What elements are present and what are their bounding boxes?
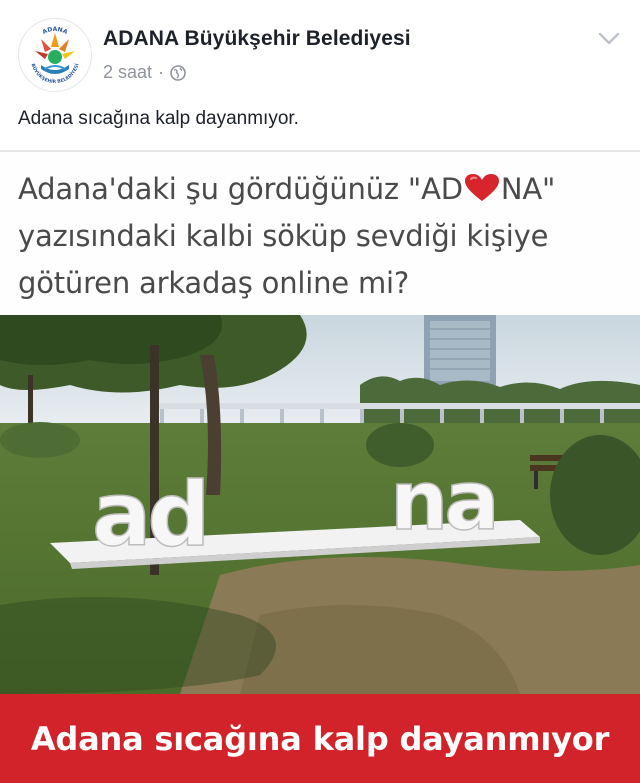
image-banner: Adana sıcağına kalp dayanmıyor <box>0 694 640 783</box>
image-headline: Adana'daki şu gördüğünüz "AD NA" yazısınd… <box>0 150 640 317</box>
page-name-link[interactable]: ADANA Büyükşehir Belediyesi <box>103 27 411 51</box>
adana-logo: ADANA BÜYÜKŞEHİR BELEDİYESİ <box>21 21 89 89</box>
headline-line-1-before: Adana'daki şu gördüğünüz "AD <box>18 172 463 206</box>
post-time[interactable]: 2 saat <box>103 62 152 83</box>
post-caption: Adana sıcağına kalp dayanmıyor. <box>18 108 299 129</box>
post-header: ADANA BÜYÜKŞEHİR BELEDİYESİ ADANA Büyükş… <box>0 0 640 150</box>
globe-icon <box>170 64 186 81</box>
headline-line-1: Adana'daki şu gördüğünüz "AD NA" <box>18 172 555 206</box>
headline-line-2: yazısındaki kalbi söküp sevdiği kişiye <box>18 219 549 253</box>
sign-letters-left: ad <box>92 463 206 566</box>
chevron-down-icon[interactable] <box>596 28 622 48</box>
headline-line-1-after: NA" <box>500 172 556 206</box>
post-meta: 2 saat · <box>103 62 186 83</box>
park-photo: ad na <box>0 315 640 694</box>
banner-text: Adana sıcağına kalp dayanmıyor <box>30 719 610 758</box>
headline-line-3: götüren arkadaş online mi? <box>18 266 410 300</box>
sign-letters-right: na <box>390 454 496 549</box>
heart-icon <box>464 173 500 203</box>
building <box>424 315 496 385</box>
post-image[interactable]: Adana'daki şu gördüğünüz "AD NA" yazısınd… <box>0 150 640 783</box>
avatar[interactable]: ADANA BÜYÜKŞEHİR BELEDİYESİ <box>18 18 92 92</box>
meta-separator: · <box>158 62 165 82</box>
